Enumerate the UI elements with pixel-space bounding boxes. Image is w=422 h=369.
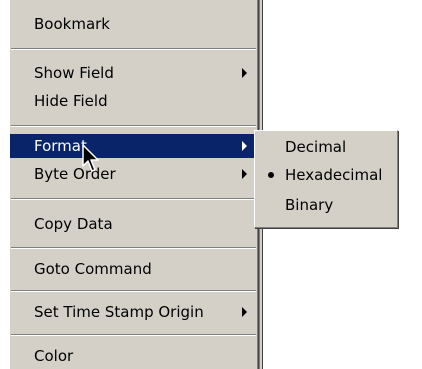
menu-separator xyxy=(11,48,256,50)
radio-bullet-icon xyxy=(268,172,274,178)
menu-item-hide-field[interactable]: Hide Field xyxy=(10,89,257,113)
menu-item-label: Byte Order xyxy=(34,165,116,183)
submenu-item-label: Hexadecimal xyxy=(285,166,383,184)
menu-item-byte-order[interactable]: Byte Order xyxy=(10,162,257,186)
menu-separator xyxy=(11,125,256,127)
menu-item-label: Format xyxy=(34,137,87,155)
menu-item-label: Color xyxy=(34,347,74,365)
menu-item-set-time-stamp-origin[interactable]: Set Time Stamp Origin xyxy=(10,300,257,324)
submenu-item-label: Decimal xyxy=(285,138,347,156)
menu-item-label: Set Time Stamp Origin xyxy=(34,303,204,321)
menu-item-label: Goto Command xyxy=(34,260,152,278)
submenu-arrow-icon xyxy=(242,307,247,317)
menu-separator xyxy=(11,334,256,336)
menu-item-show-field[interactable]: Show Field xyxy=(10,61,257,85)
menu-item-label: Copy Data xyxy=(34,215,113,233)
menu-item-format[interactable]: Format xyxy=(10,134,257,158)
submenu-arrow-icon xyxy=(242,68,247,78)
menu-item-color[interactable]: Color xyxy=(10,344,257,368)
menu-separator xyxy=(11,290,256,292)
submenu-arrow-icon xyxy=(242,169,247,179)
submenu-item-hexadecimal[interactable]: Hexadecimal xyxy=(255,163,397,187)
submenu-item-decimal[interactable]: Decimal xyxy=(255,135,397,159)
mouse-pointer-icon xyxy=(82,144,99,172)
menu-separator xyxy=(11,247,256,249)
menu-item-label: Show Field xyxy=(34,64,114,82)
format-submenu: Decimal Hexadecimal Binary xyxy=(254,130,398,228)
menu-item-label: Hide Field xyxy=(34,92,108,110)
context-menu: Bookmark Show Field Hide Field Format By… xyxy=(9,0,258,369)
menu-item-copy-data[interactable]: Copy Data xyxy=(10,212,257,236)
submenu-arrow-icon xyxy=(242,141,247,151)
menu-item-bookmark[interactable]: Bookmark xyxy=(10,12,257,36)
submenu-item-label: Binary xyxy=(285,196,334,214)
menu-item-label: Bookmark xyxy=(34,15,110,33)
menu-separator xyxy=(11,198,256,200)
submenu-item-binary[interactable]: Binary xyxy=(255,193,397,217)
menu-item-goto-command[interactable]: Goto Command xyxy=(10,257,257,281)
